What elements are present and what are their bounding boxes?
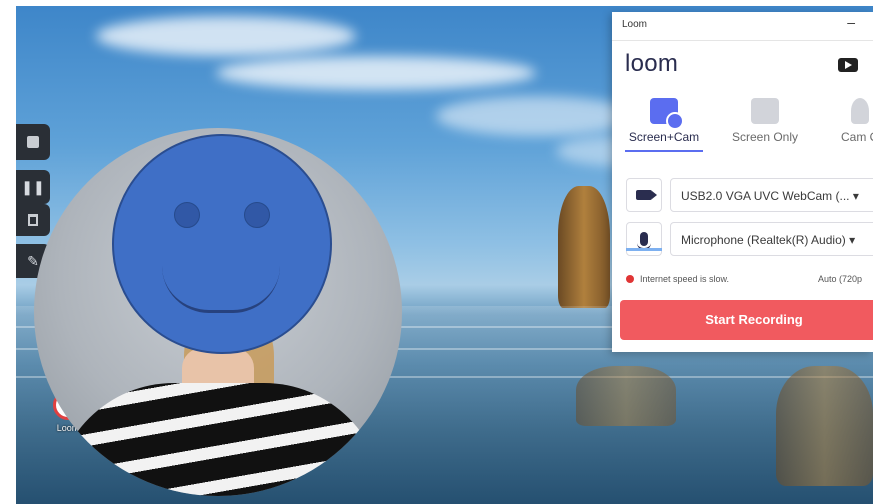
mode-label: Screen+Cam [628,130,700,144]
camera-select[interactable]: USB2.0 VGA UVC WebCam (... ▾ [670,178,873,212]
cam-only-icon [851,98,869,124]
loom-logo: loom [625,50,679,77]
microphone-icon [637,232,651,250]
quality-select[interactable]: Auto (720p [818,274,862,284]
minimize-button[interactable]: – [847,14,855,30]
striped-shirt [54,383,384,496]
status-text: Internet speed is slow. [640,274,730,284]
pause-icon: ❚❚ [21,178,45,195]
video-library-icon[interactable] [838,58,858,72]
camera-icon [636,190,657,200]
status-line: Internet speed is slow. Auto (720p [626,274,871,284]
mode-label: Cam O [840,130,873,144]
rock-reflection [776,366,873,486]
delete-recording-button[interactable] [16,204,50,236]
rock-reflection [576,366,676,426]
stop-recording-button[interactable] [16,124,50,160]
mic-level-bar [626,248,662,251]
cloud [96,16,356,56]
sea-stack-rock [558,186,610,308]
title-bar[interactable]: Loom – [612,12,873,41]
mode-label: Screen Only [731,130,799,144]
smile [162,266,280,313]
cloud [436,96,636,136]
screen-cam-icon [650,98,684,130]
trash-icon [28,214,38,226]
screen-only-icon [751,98,779,124]
camera-bubble[interactable] [34,128,402,496]
left-eye [174,202,200,228]
selected-underline [625,150,703,152]
mode-screen-cam[interactable]: Screen+Cam [624,98,704,152]
mode-cam-only[interactable]: Cam O [830,98,873,144]
pencil-icon: ✎ [27,252,39,269]
loom-window: Loom – loom Screen+Cam Screen Only Cam O… [612,12,873,352]
start-recording-button[interactable]: Start Recording [620,300,873,340]
microphone-select[interactable]: Microphone (Realtek(R) Audio) ▾ [670,222,873,256]
smiley-face-mask [112,134,332,354]
camera-row: USB2.0 VGA UVC WebCam (... ▾ [626,178,873,212]
mode-screen-only[interactable]: Screen Only [725,98,805,144]
cloud [216,56,536,90]
camera-toggle-button[interactable] [626,178,662,212]
window-title: Loom [622,19,648,30]
stop-icon [27,136,39,148]
pause-recording-button[interactable]: ❚❚ [16,170,50,204]
microphone-row: Microphone (Realtek(R) Audio) ▾ [626,222,873,256]
right-eye [244,202,270,228]
warning-dot-icon [626,275,634,283]
